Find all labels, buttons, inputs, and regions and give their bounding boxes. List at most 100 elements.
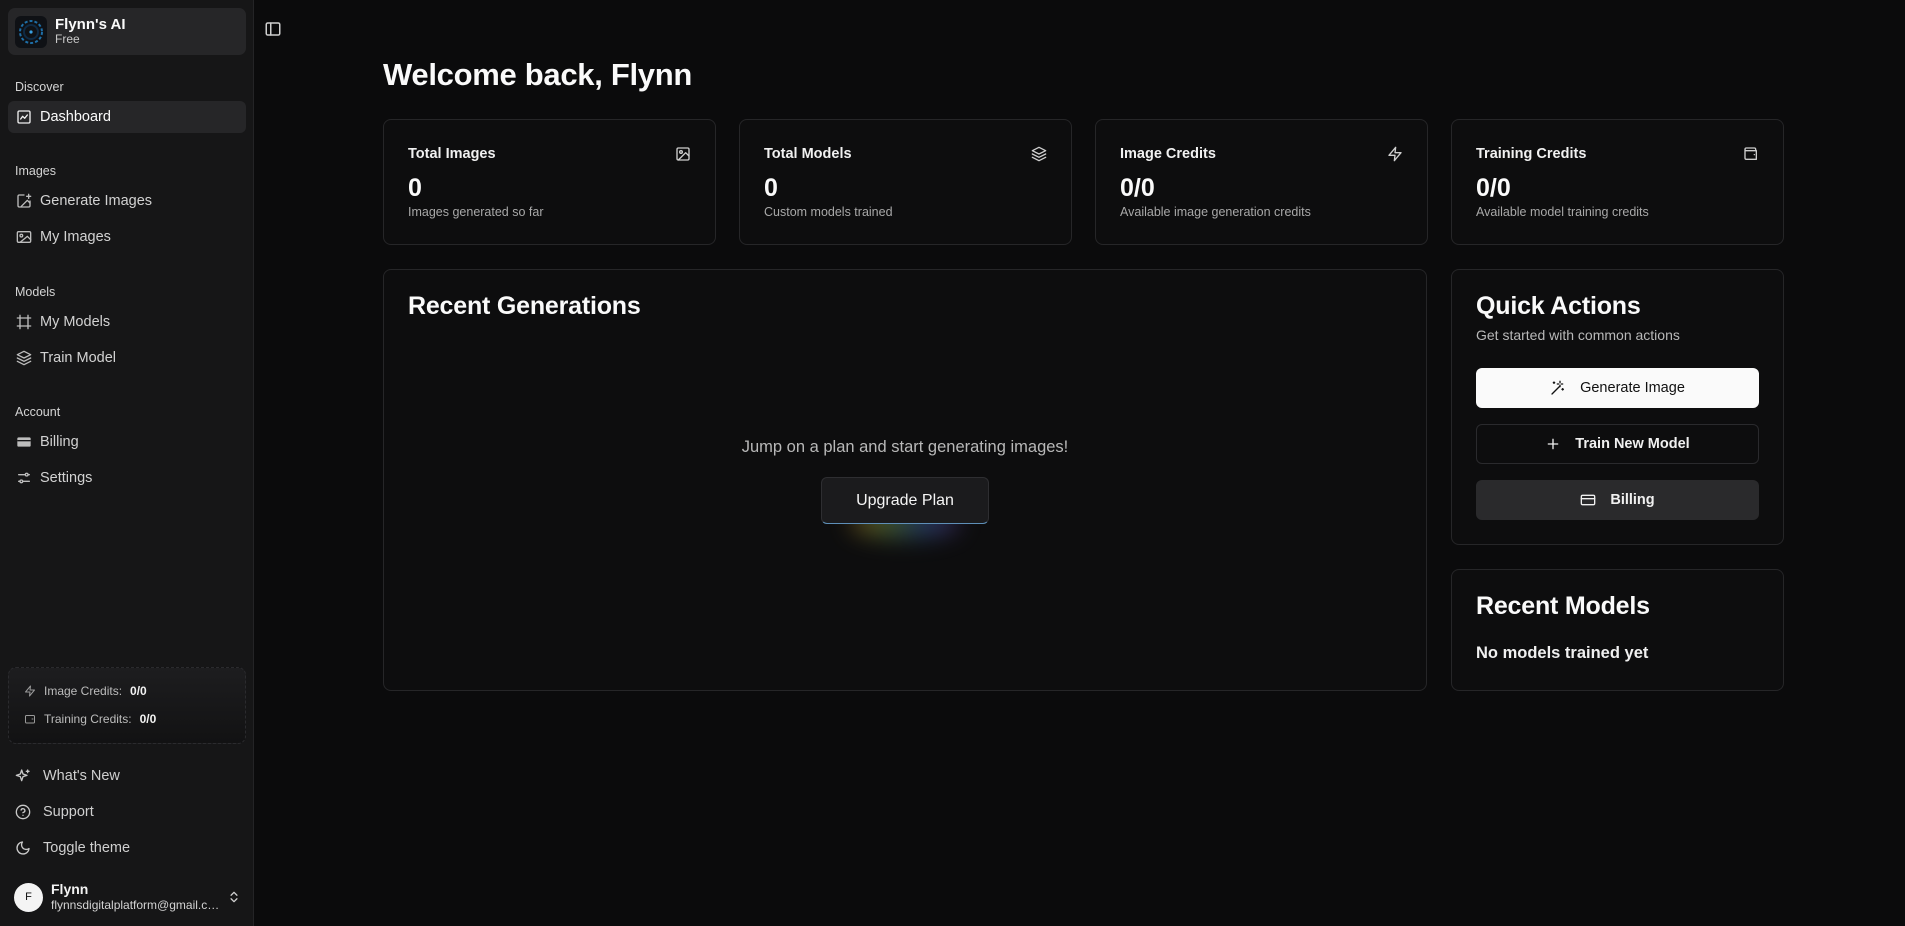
frame-icon xyxy=(16,314,32,330)
sidebar-item-my-models[interactable]: My Models xyxy=(8,306,246,338)
layers-icon xyxy=(16,350,32,366)
group-label-images: Images xyxy=(15,164,56,178)
upgrade-plan-wrapper: Upgrade Plan xyxy=(821,477,989,537)
stat-title: Total Images xyxy=(408,146,496,162)
zap-icon xyxy=(1387,146,1403,162)
stat-subtitle: Available image generation credits xyxy=(1120,205,1311,219)
image-plus-icon xyxy=(16,193,32,209)
plus-icon xyxy=(1545,436,1561,452)
toggle-theme-label: Toggle theme xyxy=(43,840,131,856)
train-new-model-label: Train New Model xyxy=(1575,436,1690,452)
sidebar-item-label: Dashboard xyxy=(40,109,111,125)
billing-button[interactable]: Billing xyxy=(1476,480,1759,520)
sliders-icon xyxy=(16,470,32,486)
nav-group-models: Models My Models Train Model xyxy=(0,282,254,374)
zap-icon xyxy=(24,685,36,697)
stat-value: 0/0 xyxy=(1476,174,1511,202)
sidebar-credits-panel: Image Credits: 0/0 Training Credits: 0/0 xyxy=(8,667,246,744)
quick-actions-subtitle: Get started with common actions xyxy=(1476,327,1680,343)
group-label-models: Models xyxy=(15,285,56,299)
nav-group-discover: Discover Dashboard xyxy=(0,77,254,133)
support-label: Support xyxy=(43,804,94,820)
page-title: Welcome back, Flynn xyxy=(383,57,692,92)
stat-subtitle: Available model training credits xyxy=(1476,205,1649,219)
user-email: flynnsdigitalplatform@gmail.com xyxy=(51,898,221,913)
app-name: Flynn's AI xyxy=(55,15,126,33)
image-credits-row: Image Credits: 0/0 xyxy=(24,682,245,700)
whats-new-label: What's New xyxy=(43,768,120,784)
sidebar-item-label: Billing xyxy=(40,434,79,450)
recent-models-empty-message: No models trained yet xyxy=(1476,644,1649,662)
training-credits-row: Training Credits: 0/0 xyxy=(24,710,245,728)
stat-value: 0 xyxy=(764,174,778,202)
wallet-icon xyxy=(24,713,36,725)
sidebar-item-billing[interactable]: Billing xyxy=(8,426,246,458)
upgrade-plan-button[interactable]: Upgrade Plan xyxy=(821,477,989,524)
recent-generations-card: Recent Generations Jump on a plan and st… xyxy=(383,269,1427,691)
toggle-theme-button[interactable]: Toggle theme xyxy=(8,832,246,864)
layers-icon xyxy=(1031,146,1047,162)
sidebar-item-label: Train Model xyxy=(40,350,117,366)
sidebar-item-dashboard[interactable]: Dashboard xyxy=(8,101,246,133)
recent-generations-title: Recent Generations xyxy=(408,292,641,320)
quick-actions-title: Quick Actions xyxy=(1476,292,1641,320)
stat-card-total-images: Total Images 0 Images generated so far xyxy=(383,119,716,245)
recent-models-title: Recent Models xyxy=(1476,592,1650,620)
support-link[interactable]: Support xyxy=(8,796,246,828)
training-credits-value: 0/0 xyxy=(139,712,157,726)
generate-image-label: Generate Image xyxy=(1580,380,1685,396)
image-credits-label: Image Credits: xyxy=(44,684,123,698)
help-circle-icon xyxy=(15,804,31,820)
sidebar-item-label: My Models xyxy=(40,314,111,330)
sidebar-item-label: Settings xyxy=(40,470,93,486)
image-icon xyxy=(675,146,691,162)
stat-card-training-credits: Training Credits 0/0 Available model tra… xyxy=(1451,119,1784,245)
sidebar-item-label: Generate Images xyxy=(40,193,153,209)
sidebar-item-train-model[interactable]: Train Model xyxy=(8,342,246,374)
nav-group-images: Images Generate Images My Images xyxy=(0,161,254,253)
image-credits-value: 0/0 xyxy=(130,684,147,698)
stat-subtitle: Custom models trained xyxy=(764,205,893,219)
credit-card-icon xyxy=(1580,492,1596,508)
training-credits-label: Training Credits: xyxy=(44,712,132,726)
moon-icon xyxy=(15,840,31,856)
plan-label: Free xyxy=(55,32,80,47)
workspace-switcher[interactable]: Flynn's AI Free xyxy=(8,8,246,55)
sidebar-item-my-images[interactable]: My Images xyxy=(8,221,246,253)
user-menu[interactable]: F Flynn flynnsdigitalplatform@gmail.com xyxy=(8,876,246,918)
sidebar: Flynn's AI Free Discover Dashboard Image… xyxy=(0,0,254,926)
recent-models-card: Recent Models No models trained yet xyxy=(1451,569,1784,691)
stat-subtitle: Images generated so far xyxy=(408,205,544,219)
nav-group-account: Account Billing Settings xyxy=(0,402,254,494)
generate-image-button[interactable]: Generate Image xyxy=(1476,368,1759,408)
stat-title: Training Credits xyxy=(1476,146,1587,162)
sparkles-icon xyxy=(15,768,31,784)
group-label-account: Account xyxy=(15,405,61,419)
stat-title: Total Models xyxy=(764,146,852,162)
stat-card-image-credits: Image Credits 0/0 Available image genera… xyxy=(1095,119,1428,245)
quick-actions-card: Quick Actions Get started with common ac… xyxy=(1451,269,1784,545)
sidebar-toggle-icon[interactable] xyxy=(264,20,282,38)
stat-value: 0/0 xyxy=(1120,174,1155,202)
brand-logo xyxy=(15,15,47,48)
whats-new-link[interactable]: What's New xyxy=(8,760,246,792)
user-name: Flynn xyxy=(51,881,89,898)
empty-state-message: Jump on a plan and start generating imag… xyxy=(741,438,1069,456)
dashboard-icon xyxy=(16,109,32,125)
stat-title: Image Credits xyxy=(1120,146,1216,162)
billing-label: Billing xyxy=(1610,492,1655,508)
images-icon xyxy=(16,229,32,245)
sidebar-item-settings[interactable]: Settings xyxy=(8,462,246,494)
avatar: F xyxy=(14,882,43,912)
sidebar-item-generate-images[interactable]: Generate Images xyxy=(8,185,246,217)
group-label-discover: Discover xyxy=(15,80,64,94)
sidebar-item-label: My Images xyxy=(40,229,111,245)
stat-value: 0 xyxy=(408,174,422,202)
chevrons-up-down-icon xyxy=(227,890,241,904)
credit-card-icon xyxy=(16,434,32,450)
wand-icon xyxy=(1550,380,1566,396)
sidebar-footer-links: What's New Support Toggle theme xyxy=(0,760,254,868)
train-new-model-button[interactable]: Train New Model xyxy=(1476,424,1759,464)
wallet-icon xyxy=(1743,146,1759,162)
stat-card-total-models: Total Models 0 Custom models trained xyxy=(739,119,1072,245)
